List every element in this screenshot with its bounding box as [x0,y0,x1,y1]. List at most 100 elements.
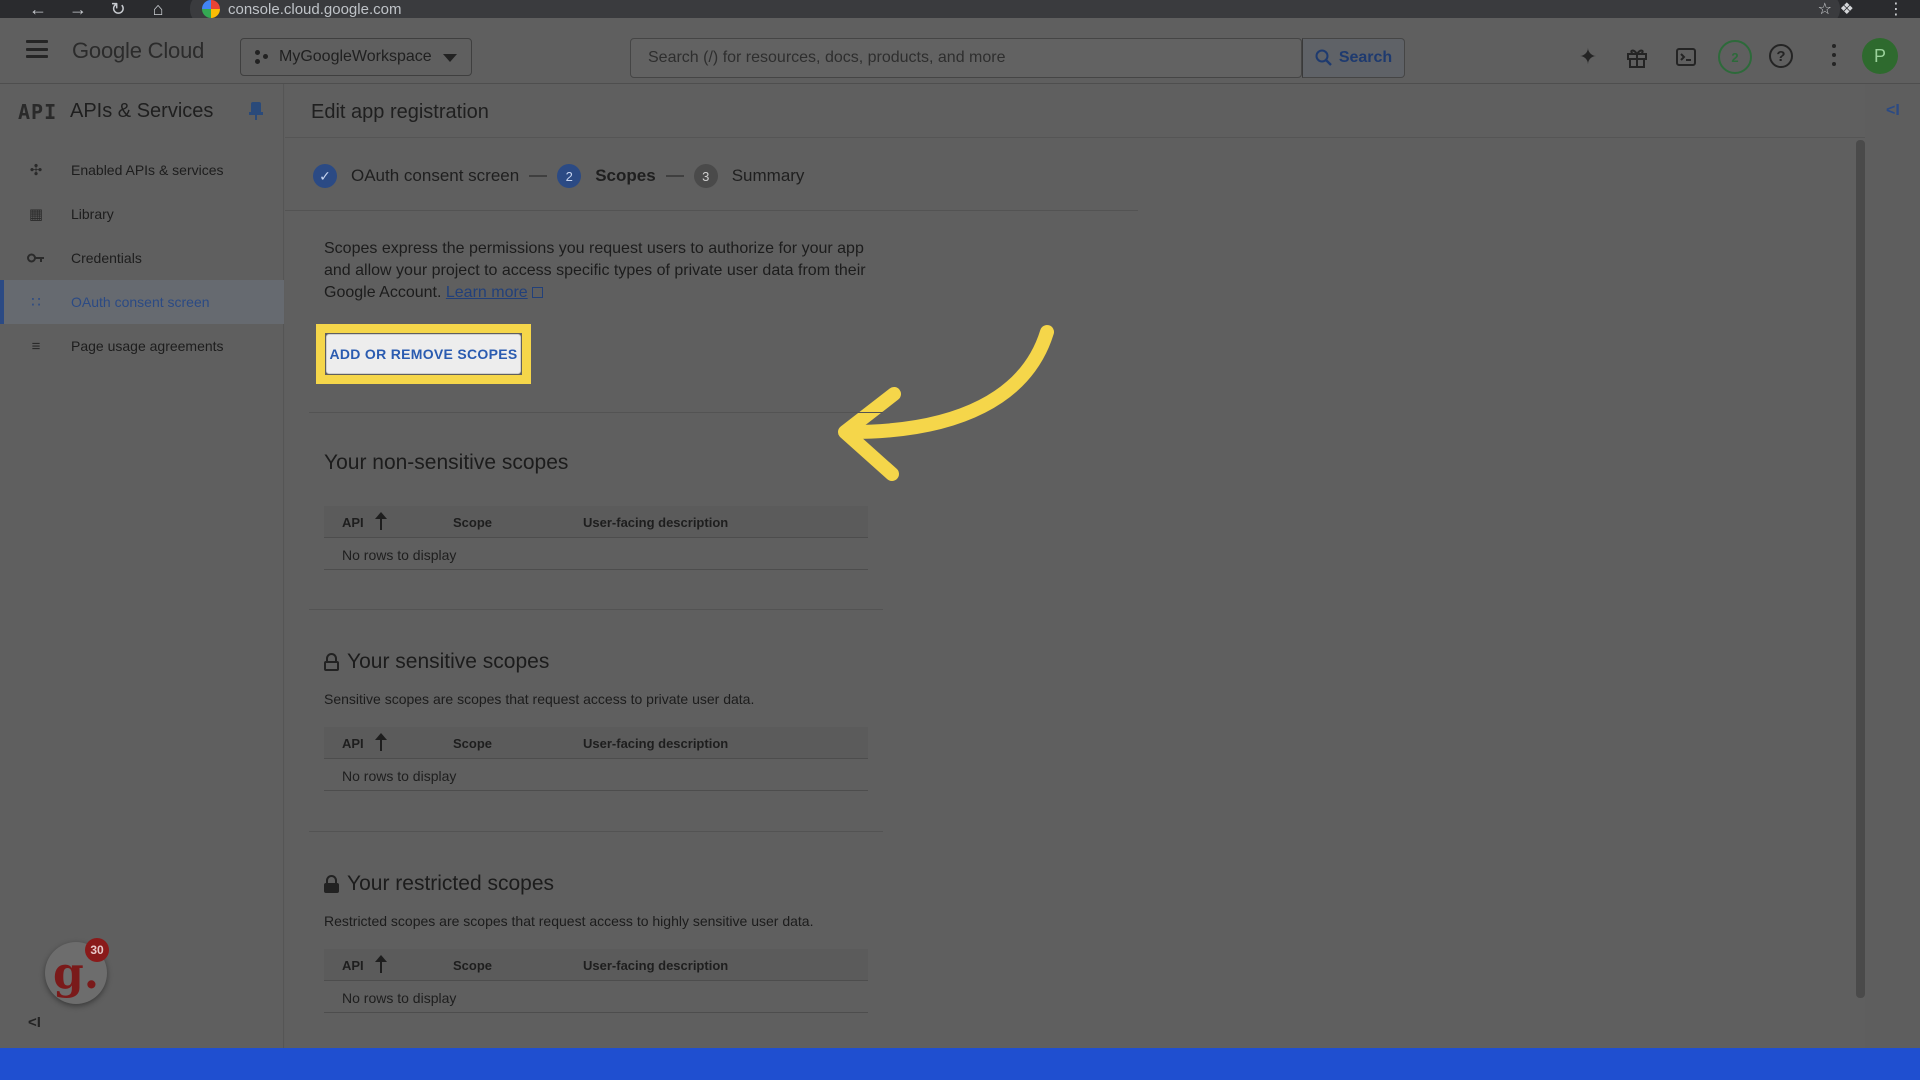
step-number-3: 3 [693,164,718,188]
sensitive-scopes-description: Sensitive scopes are scopes that request… [324,691,755,707]
column-scope[interactable]: Scope [453,736,492,751]
page-title-bar: Edit app registration [285,84,1865,138]
extensions-icon[interactable]: ❖ [1840,0,1854,19]
cloud-shell-icon[interactable] [1671,42,1701,72]
search-button[interactable]: Search [1302,38,1405,78]
table-header: API Scope User-facing description [324,727,868,759]
empty-table-text: No rows to display [342,547,457,563]
sidebar-item-enabled-apis[interactable]: ✣ Enabled APIs & services [0,148,284,192]
google-cloud-logo[interactable]: Google Cloud [72,38,204,64]
sidebar-header: API APIs & Services [0,84,284,138]
arrow-upward-icon[interactable] [374,512,388,530]
notifications-badge[interactable]: 2 [1718,40,1752,74]
lock-open-icon [324,653,339,671]
empty-table-text: No rows to display [342,768,457,784]
reload-icon[interactable]: ↻ [98,0,138,19]
column-api[interactable]: API [342,515,364,530]
search-button-label: Search [1338,49,1393,66]
scrollbar[interactable] [1856,140,1865,998]
home-icon[interactable]: ⌂ [138,0,178,19]
collapse-sidebar-icon[interactable]: <I [28,1014,41,1031]
divider [309,831,883,832]
avatar[interactable]: P [1862,38,1898,74]
sidebar-item-label: Page usage agreements [71,338,224,354]
arrow-upward-icon[interactable] [374,955,388,973]
pin-icon[interactable] [249,102,263,120]
sidebar-item-label: Credentials [71,250,142,266]
scopes-intro: Scopes express the permissions you reque… [324,238,884,304]
arrow-upward-icon[interactable] [374,733,388,751]
gemini-icon[interactable]: ✦ [1573,42,1603,72]
sidebar-item-credentials[interactable]: Credentials [0,236,284,280]
browser-menu-icon[interactable]: ⋮ [1888,0,1904,19]
column-api[interactable]: API [342,958,364,973]
sensitive-scopes-title: Your sensitive scopes [324,650,549,674]
column-description[interactable]: User-facing description [583,958,728,973]
check-circle-icon: ✓ [313,164,337,188]
more-vert-icon[interactable] [1831,44,1837,66]
logo-cloud: Cloud [147,38,205,63]
site-favicon-icon [202,0,220,18]
sidebar-item-oauth-consent-screen[interactable]: ∷ OAuth consent screen [0,280,284,324]
collapse-right-panel-icon[interactable]: <I [1886,102,1900,120]
widget-badge: 30 [85,938,109,962]
step-divider [665,175,684,177]
forward-icon[interactable]: → [58,0,98,19]
divider [309,609,883,610]
sidebar-item-label: Library [71,206,114,222]
url-text: console.cloud.google.com [228,0,402,18]
chevron-down-icon [443,54,457,62]
table-header: API Scope User-facing description [324,506,868,538]
table-header: API Scope User-facing description [324,949,868,981]
column-description[interactable]: User-facing description [583,515,728,530]
help-icon[interactable]: ? [1769,44,1793,68]
project-selector[interactable]: MyGoogleWorkspace [240,38,472,76]
open-in-new-icon [531,287,543,298]
add-or-remove-scopes-button[interactable]: ADD OR REMOVE SCOPES [326,334,521,374]
browser-toolbar: ← → ↻ ⌂ console.cloud.google.com ☆ ❖ ⋮ [0,0,1920,24]
sidebar: API APIs & Services ✣ Enabled APIs & ser… [0,84,284,1048]
api-logo: API [18,100,58,124]
step-scopes[interactable]: Scopes [595,166,655,186]
main-content: Edit app registration ✓ OAuth consent sc… [285,84,1865,1048]
learn-more-link[interactable]: Learn more [446,284,528,301]
console-header: Google Cloud MyGoogleWorkspace Search ✦ … [0,18,1920,84]
restricted-scopes-title: Your restricted scopes [324,872,554,896]
hamburger-menu-icon[interactable] [26,40,48,58]
bookmark-star-icon[interactable]: ☆ [1818,0,1832,19]
sidebar-item-page-usage-agreements[interactable]: ≡ Page usage agreements [0,324,284,368]
step-number-2: 2 [557,164,582,188]
empty-table-text: No rows to display [342,990,457,1006]
back-icon[interactable]: ← [18,0,58,19]
stepper: ✓ OAuth consent screen 2 Scopes 3 Summar… [313,164,804,188]
step-divider [529,175,548,177]
logo-google: Google [72,38,142,63]
project-hub-icon [255,50,269,64]
restricted-scopes-description: Restricted scopes are scopes that reques… [324,913,814,929]
section-title-text: Your non-sensitive scopes [324,451,569,474]
non-sensitive-scopes-title: Your non-sensitive scopes [324,451,568,475]
hub-icon: ✣ [29,162,43,179]
table-row: No rows to display [324,759,868,791]
bottom-status-bar [0,1048,1920,1080]
search-input[interactable] [648,49,1288,67]
column-api[interactable]: API [342,736,364,751]
consent-dots-icon: ∷ [31,294,41,311]
column-description[interactable]: User-facing description [583,736,728,751]
gift-icon[interactable] [1622,42,1652,72]
search-icon [1315,49,1332,66]
divider [285,210,1138,211]
sidebar-item-label: OAuth consent screen [71,294,210,310]
page-title: Edit app registration [311,101,489,123]
intro-text: Scopes express the permissions you reque… [324,240,866,301]
search-field[interactable] [630,38,1302,78]
column-scope[interactable]: Scope [453,958,492,973]
sidebar-item-library[interactable]: ▦ Library [0,192,284,236]
section-title-text: Your sensitive scopes [347,650,550,673]
step-summary[interactable]: Summary [732,166,805,186]
column-scope[interactable]: Scope [453,515,492,530]
step-oauth-consent-screen[interactable]: OAuth consent screen [351,166,519,186]
table-row: No rows to display [324,538,868,570]
sidebar-title: APIs & Services [70,100,214,122]
key-icon [26,248,46,268]
